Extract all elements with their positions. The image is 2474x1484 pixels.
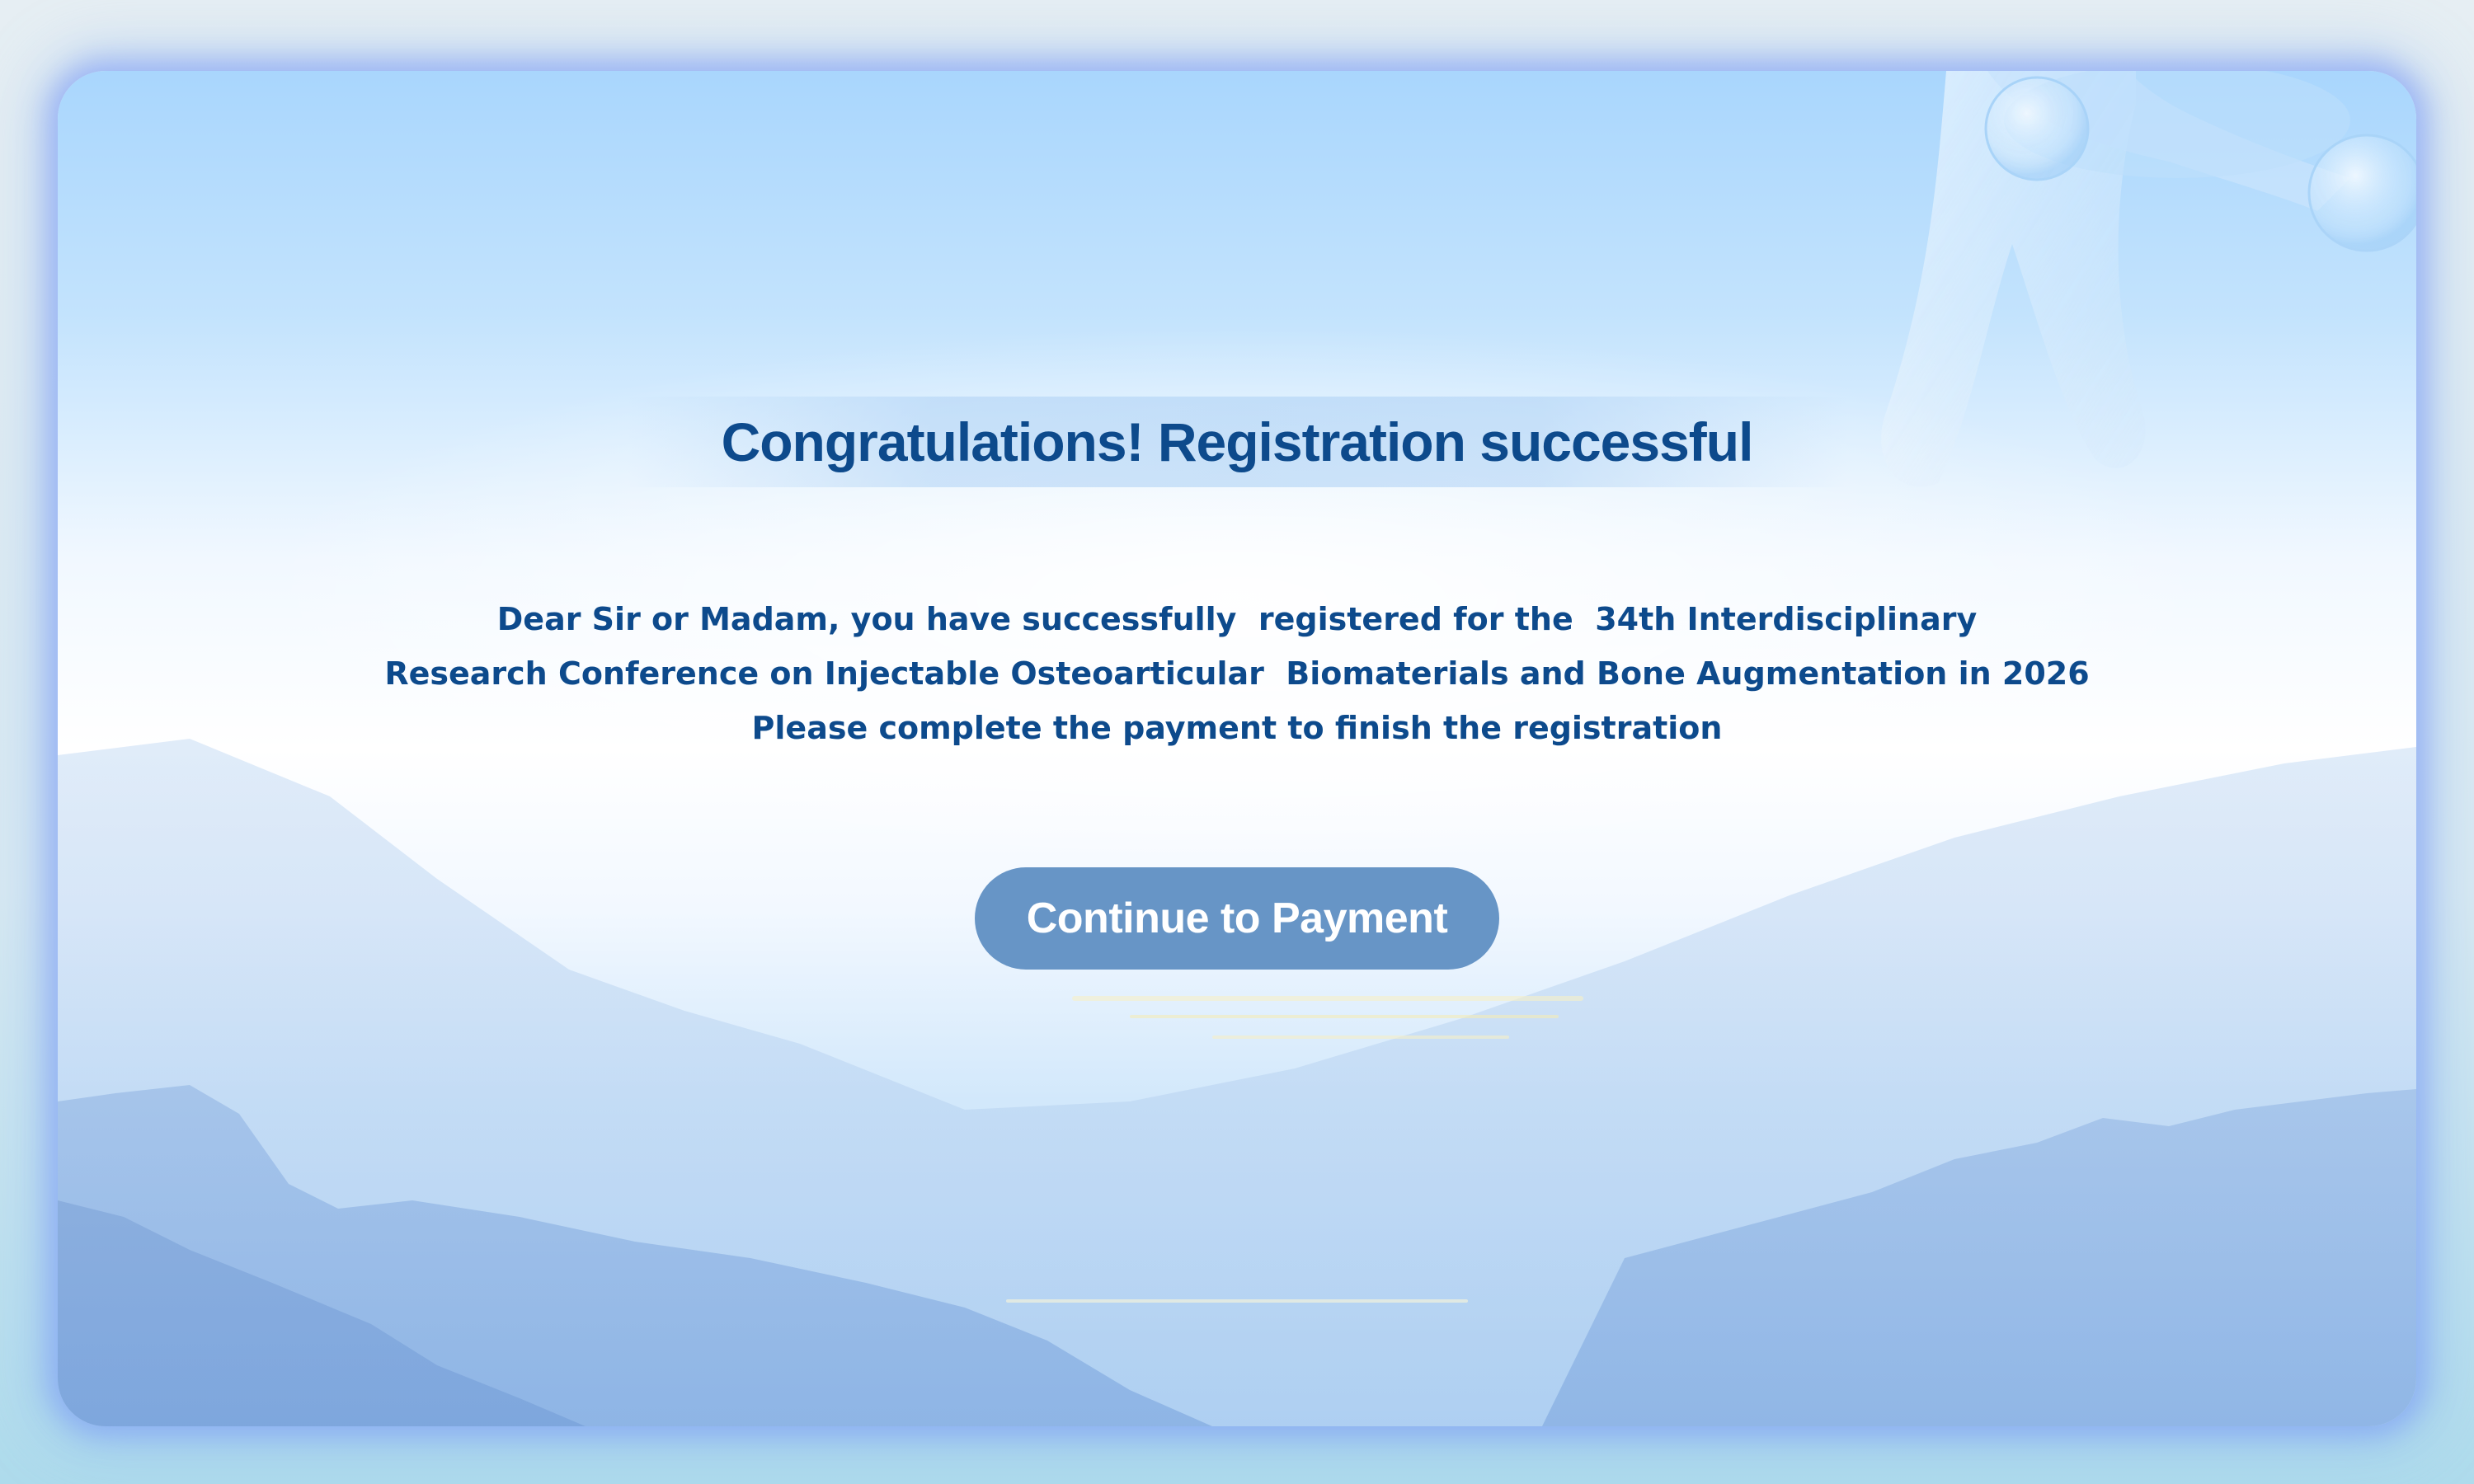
registration-message: Dear Sir or Madam, you have successfully… (58, 592, 2416, 755)
message-line: Dear Sir or Madam, you have successfully… (496, 601, 1978, 637)
message-line: Research Conference on Injectable Osteoa… (384, 655, 2090, 692)
continue-to-payment-button[interactable]: Continue to Payment (975, 867, 1499, 970)
message-line: Please complete the payment to finish th… (751, 710, 1723, 746)
registration-success-card: Congratulations! Registration successful… (58, 71, 2416, 1426)
page-title: Congratulations! Registration successful (721, 411, 1754, 472)
